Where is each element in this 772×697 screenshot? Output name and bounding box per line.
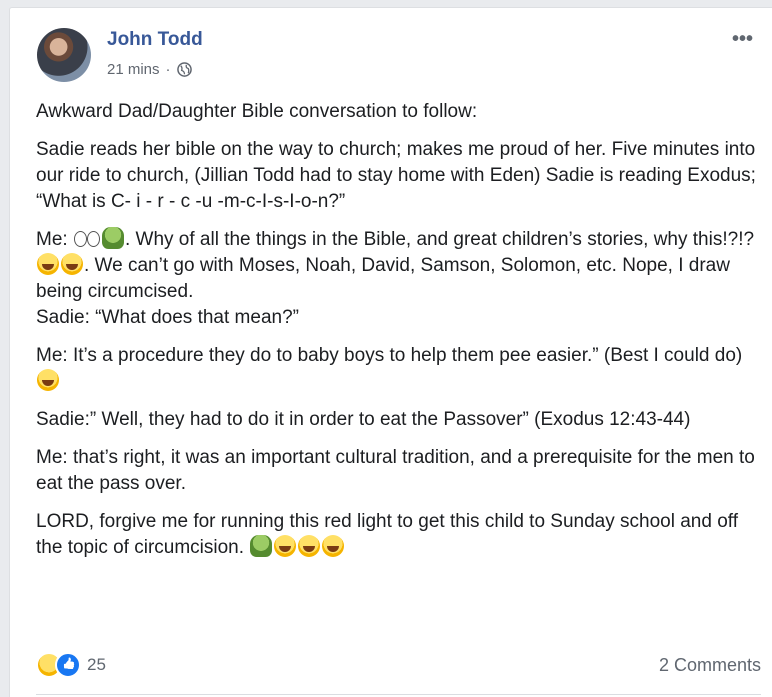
tears-of-joy-emoji	[298, 535, 321, 557]
tears-of-joy-emoji	[274, 535, 297, 557]
paragraph: Sadie:” Well, they had to do it in order…	[36, 409, 691, 430]
timestamp[interactable]: 21 mins	[107, 61, 160, 78]
author-name[interactable]: John Todd	[107, 29, 203, 51]
post-meta: 21 mins ·	[107, 61, 192, 78]
paragraph-text: Sadie: “What does that mean?”	[36, 307, 299, 328]
paragraph-text: Me: It’s a procedure they do to baby boy…	[36, 345, 743, 366]
divider	[36, 694, 761, 695]
nauseated-emoji	[250, 535, 273, 557]
nauseated-emoji	[101, 227, 124, 249]
paragraph-text: LORD, forgive me for running this red li…	[36, 511, 738, 558]
like-reaction-icon	[55, 652, 81, 678]
paragraph: Sadie reads her bible on the way to chur…	[36, 137, 761, 215]
paragraph-text: Sadie reads her bible on the way to chur…	[36, 139, 756, 186]
paragraph-text: . Why of all the things in the Bible, an…	[124, 229, 755, 250]
tears-of-joy-emoji	[61, 253, 83, 275]
paragraph: Me: that’s right, it was an important cu…	[36, 447, 755, 494]
paragraph: Me: It’s a procedure they do to baby boy…	[36, 343, 761, 395]
post-card: John Todd 21 mins · ••• Awkward Dad/Daug…	[9, 7, 772, 697]
post-body: Awkward Dad/Daughter Bible conversation …	[36, 99, 761, 573]
paragraph: Awkward Dad/Daughter Bible conversation …	[36, 101, 478, 122]
tears-of-joy-emoji	[322, 535, 345, 557]
post-footer: 25 2 Comments	[36, 652, 761, 678]
globe-icon[interactable]	[176, 62, 192, 77]
paragraph: Me: . Why of all the things in the Bible…	[36, 227, 761, 331]
tears-of-joy-emoji	[37, 253, 59, 275]
paragraph-text: Me:	[36, 229, 73, 250]
tears-of-joy-emoji	[37, 369, 59, 391]
meta-separator: ·	[165, 61, 171, 78]
reaction-count: 25	[87, 655, 106, 674]
more-options-button[interactable]: •••	[732, 28, 753, 51]
paragraph-text: . We can’t go with Moses, Noah, David, S…	[36, 255, 730, 302]
paragraph-text: “What is C- i - r - c -u -m-c-I-s-I-o-n?…	[36, 191, 346, 212]
avatar[interactable]	[37, 28, 91, 82]
paragraph: LORD, forgive me for running this red li…	[36, 509, 761, 561]
comments-link[interactable]: 2 Comments	[659, 655, 761, 676]
eyes-emoji	[73, 227, 100, 249]
reactions-summary[interactable]: 25	[36, 652, 106, 678]
